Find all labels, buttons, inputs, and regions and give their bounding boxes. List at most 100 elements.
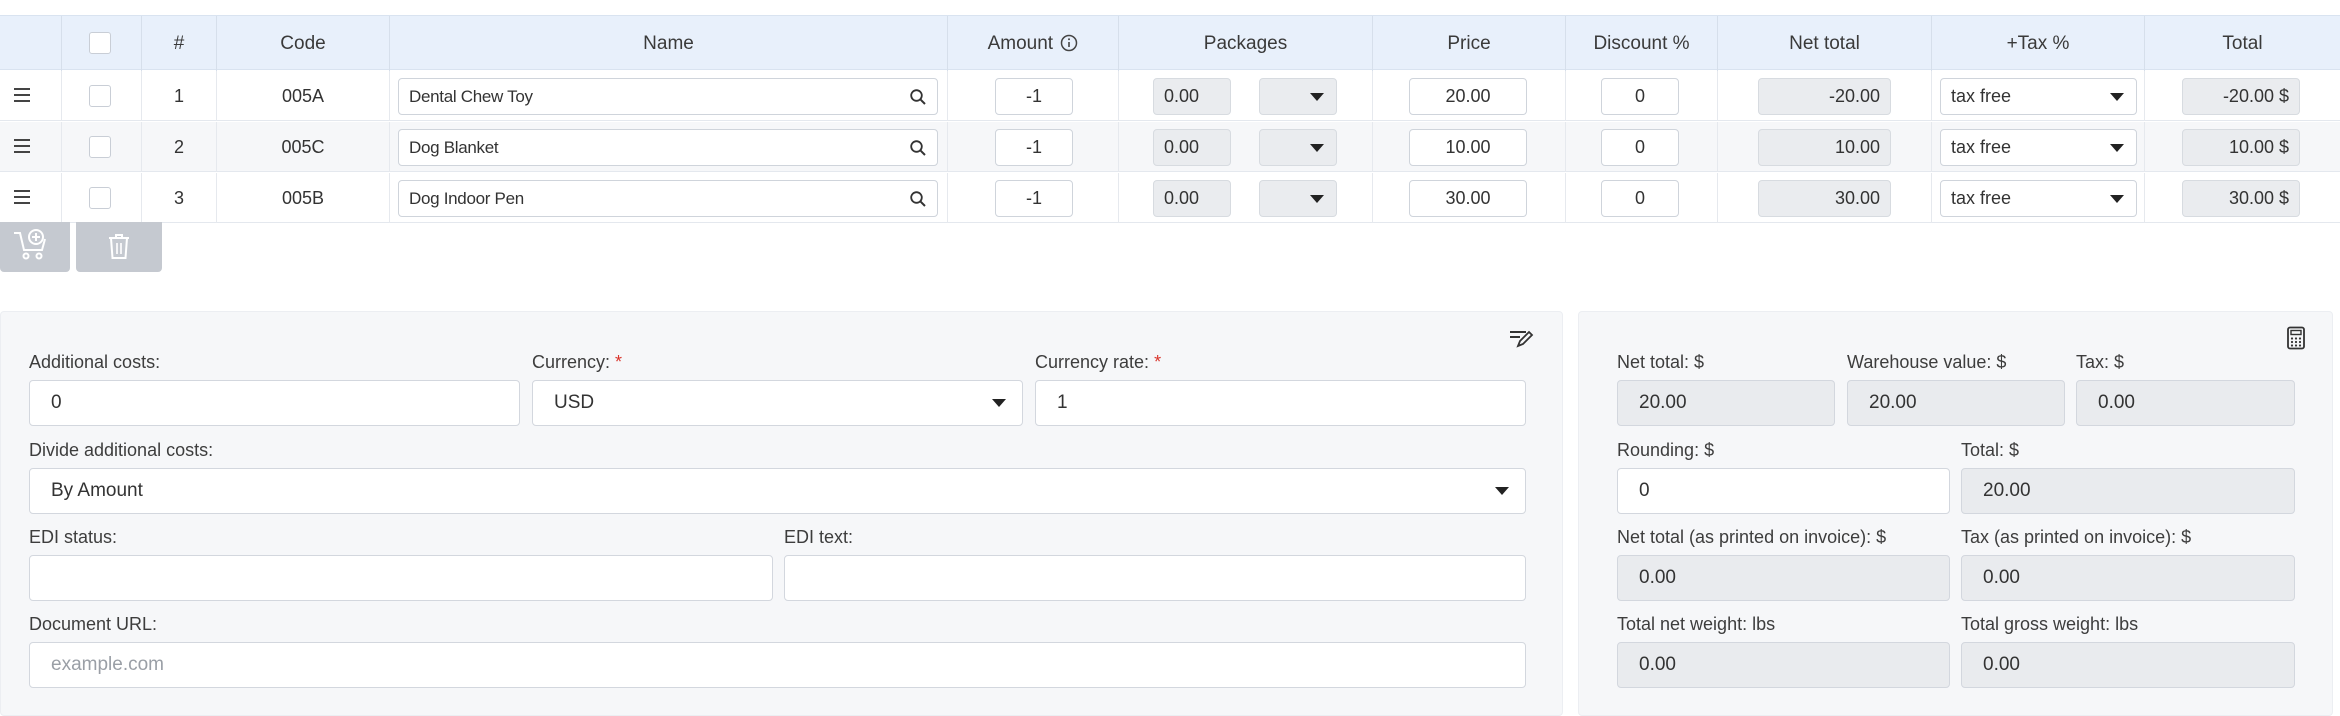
edi-text-input[interactable] <box>784 555 1526 601</box>
name-cell: Dog Blanket <box>389 122 947 172</box>
net-total-cell: -20.00 <box>1717 71 1931 121</box>
row-code: 005A <box>216 71 389 121</box>
search-icon[interactable] <box>909 88 927 106</box>
row-code: 005B <box>216 173 389 223</box>
row-number: 3 <box>141 173 216 223</box>
tax-cell: tax free <box>1931 71 2144 121</box>
tax-field: 0.00 <box>2076 380 2295 426</box>
add-row-button[interactable] <box>0 222 70 272</box>
total-label: Total: $ <box>1961 440 2020 460</box>
search-icon[interactable] <box>909 139 927 157</box>
select-cell <box>61 71 141 121</box>
amount-cell: -1 <box>947 122 1118 172</box>
packages-unit-select[interactable] <box>1259 129 1337 166</box>
packages-cell: 0.00 <box>1118 122 1372 172</box>
table-row: 3 005B Dog Indoor Pen -1 0.00 30.00 0 30… <box>0 173 2340 223</box>
required-mark: * <box>615 352 623 372</box>
product-name-input[interactable]: Dog Indoor Pen <box>398 180 938 217</box>
packages-unit-select[interactable] <box>1259 78 1337 115</box>
currency-select-value: USD <box>554 392 595 413</box>
row-checkbox[interactable] <box>89 136 111 158</box>
additional-costs-input[interactable]: 0 <box>29 380 520 426</box>
header-discount[interactable]: Discount % <box>1565 16 1717 71</box>
header-num: # <box>141 16 216 71</box>
amount-input[interactable]: -1 <box>995 180 1073 217</box>
tax-label: Tax: $ <box>2076 352 2125 372</box>
chevron-down-icon <box>1310 93 1324 101</box>
currency-rate-input[interactable]: 1 <box>1035 380 1526 426</box>
chevron-down-icon <box>2110 195 2124 203</box>
drag-handle-icon[interactable] <box>12 187 32 207</box>
row-number: 2 <box>141 122 216 172</box>
price-input[interactable]: 10.00 <box>1409 129 1527 166</box>
tax-select-value: tax free <box>1951 137 2012 157</box>
header-name[interactable]: Name <box>389 16 947 71</box>
discount-cell: 0 <box>1565 122 1717 172</box>
document-url-input[interactable]: example.com <box>29 642 1526 688</box>
row-total-value: 30.00 $ <box>2182 180 2300 217</box>
row-code: 005C <box>216 122 389 172</box>
discount-cell: 0 <box>1565 173 1717 223</box>
drag-handle-icon[interactable] <box>12 136 32 156</box>
tax-cell: tax free <box>1931 173 2144 223</box>
price-cell: 10.00 <box>1372 122 1565 172</box>
amount-input[interactable]: -1 <box>995 129 1073 166</box>
tax-select-value: tax free <box>1951 86 2012 106</box>
required-mark: * <box>1154 352 1162 372</box>
discount-input[interactable]: 0 <box>1601 78 1679 115</box>
tax-select[interactable]: tax free <box>1940 78 2137 115</box>
name-cell: Dog Indoor Pen <box>389 173 947 223</box>
edi-text-label: EDI text: <box>784 527 854 547</box>
edit-icon[interactable] <box>1508 329 1534 349</box>
chevron-down-icon <box>1310 144 1324 152</box>
rounding-label: Rounding: $ <box>1617 440 1715 460</box>
divide-costs-select[interactable]: By Amount <box>29 468 1526 514</box>
calculator-icon[interactable] <box>2286 326 2306 350</box>
chevron-down-icon <box>2110 144 2124 152</box>
total-cell: -20.00 $ <box>2144 71 2340 121</box>
currency-label: Currency: * <box>532 352 622 373</box>
header-price[interactable]: Price <box>1372 16 1565 71</box>
product-name-input[interactable]: Dental Chew Toy <box>398 78 938 115</box>
currency-select[interactable]: USD <box>532 380 1023 426</box>
net-printed-field: 0.00 <box>1617 555 1950 601</box>
net-total-label: Net total: $ <box>1617 352 1705 372</box>
packages-unit-select[interactable] <box>1259 180 1337 217</box>
amount-cell: -1 <box>947 173 1118 223</box>
drag-cell <box>0 71 61 121</box>
price-input[interactable]: 20.00 <box>1409 78 1527 115</box>
delete-rows-button[interactable] <box>76 222 162 272</box>
product-name-input[interactable]: Dog Blanket <box>398 129 938 166</box>
header-packages[interactable]: Packages <box>1118 16 1372 71</box>
table-header: # Code Name Amount Packages Price Discou… <box>0 15 2340 71</box>
header-tax[interactable]: +Tax % <box>1931 16 2144 71</box>
row-checkbox[interactable] <box>89 85 111 107</box>
totals-panel: Net total: $ 20.00 Warehouse value: $ 20… <box>1578 311 2333 716</box>
product-name-value: Dental Chew Toy <box>409 87 533 106</box>
select-cell <box>61 173 141 223</box>
tax-select[interactable]: tax free <box>1940 129 2137 166</box>
discount-input[interactable]: 0 <box>1601 180 1679 217</box>
edi-status-input[interactable] <box>29 555 773 601</box>
discount-input[interactable]: 0 <box>1601 129 1679 166</box>
info-icon[interactable] <box>1060 34 1078 52</box>
product-name-value: Dog Indoor Pen <box>409 189 524 208</box>
drag-handle-icon[interactable] <box>12 85 32 105</box>
amount-input[interactable]: -1 <box>995 78 1073 115</box>
select-all-checkbox[interactable] <box>89 32 111 54</box>
search-icon[interactable] <box>909 190 927 208</box>
select-cell <box>61 122 141 172</box>
tax-select-value: tax free <box>1951 188 2012 208</box>
drag-cell <box>0 173 61 223</box>
packages-cell: 0.00 <box>1118 173 1372 223</box>
product-name-value: Dog Blanket <box>409 138 499 157</box>
row-checkbox[interactable] <box>89 187 111 209</box>
header-total[interactable]: Total <box>2144 16 2340 71</box>
price-input[interactable]: 30.00 <box>1409 180 1527 217</box>
header-code[interactable]: Code <box>216 16 389 71</box>
tax-select[interactable]: tax free <box>1940 180 2137 217</box>
chevron-down-icon <box>1310 195 1324 203</box>
rounding-input[interactable]: 0 <box>1617 468 1950 514</box>
header-net-total[interactable]: Net total <box>1717 16 1931 71</box>
header-amount[interactable]: Amount <box>947 16 1118 71</box>
